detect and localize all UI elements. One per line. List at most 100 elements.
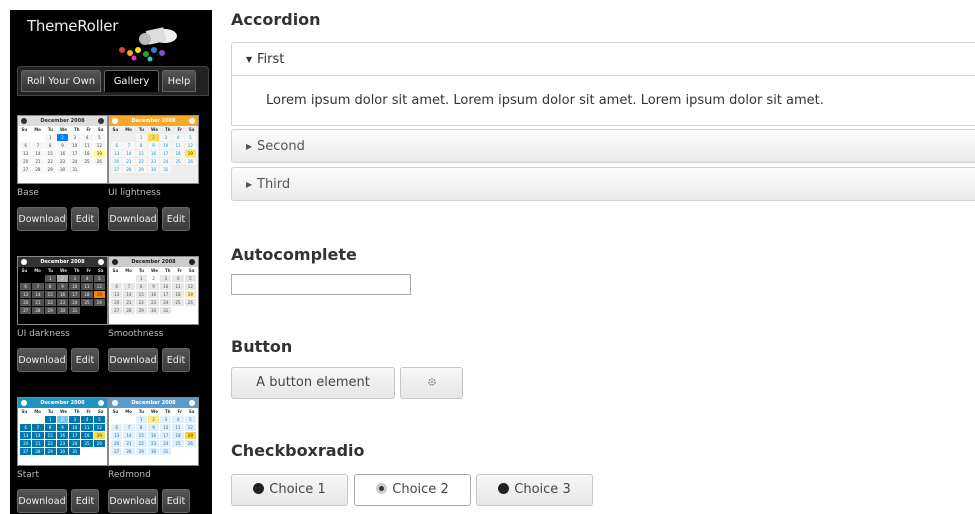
- calendar-day[interactable]: 28: [123, 166, 135, 173]
- calendar-day[interactable]: 27: [20, 448, 32, 455]
- calendar-day[interactable]: 26: [93, 440, 105, 447]
- calendar-day[interactable]: 13: [111, 291, 123, 298]
- calendar-day[interactable]: 25: [172, 440, 184, 447]
- calendar-day[interactable]: 23: [56, 158, 69, 165]
- calendar-day[interactable]: 5: [184, 275, 196, 282]
- calendar-day[interactable]: 19: [93, 150, 105, 157]
- calendar-day[interactable]: 2: [56, 134, 69, 141]
- calendar-day[interactable]: 1: [44, 134, 56, 141]
- calendar-day[interactable]: 2: [56, 416, 69, 423]
- calendar-day[interactable]: 12: [184, 283, 196, 290]
- calendar-day[interactable]: 10: [160, 142, 172, 149]
- calendar-day[interactable]: 8: [44, 142, 56, 149]
- calendar-day[interactable]: 21: [32, 299, 44, 306]
- calendar-day[interactable]: 20: [20, 440, 32, 447]
- calendar-day[interactable]: 14: [32, 432, 44, 439]
- calendar-day[interactable]: 28: [32, 448, 44, 455]
- theme-edit-button[interactable]: Edit: [71, 489, 99, 513]
- calendar-day[interactable]: 22: [44, 299, 56, 306]
- calendar-day[interactable]: 24: [69, 158, 81, 165]
- calendar-day[interactable]: 2: [56, 275, 69, 282]
- theme-download-button[interactable]: Download: [17, 348, 67, 372]
- theme-download-button[interactable]: Download: [108, 348, 158, 372]
- calendar-day[interactable]: 19: [93, 432, 105, 439]
- calendar-day[interactable]: 24: [160, 440, 172, 447]
- calendar-day[interactable]: 31: [160, 166, 172, 173]
- calendar-day[interactable]: 16: [56, 291, 69, 298]
- calendar-day[interactable]: 20: [111, 440, 123, 447]
- radio-choice-3[interactable]: Choice 3: [476, 474, 593, 506]
- calendar-day[interactable]: 19: [184, 291, 196, 298]
- calendar-day[interactable]: 13: [20, 432, 32, 439]
- calendar-day[interactable]: 4: [81, 134, 93, 141]
- calendar-day[interactable]: 12: [184, 142, 196, 149]
- theme-edit-button[interactable]: Edit: [71, 348, 99, 372]
- calendar-day[interactable]: 7: [32, 142, 44, 149]
- calendar-day[interactable]: 22: [135, 440, 147, 447]
- gear-button[interactable]: [400, 367, 463, 399]
- theme-preview-calendar[interactable]: December 2008 Su Mo Tu We Th Fr Sa 1 2 3 4 5 6 7 8 9 10 11…: [17, 397, 108, 466]
- calendar-day[interactable]: 3: [69, 416, 81, 423]
- calendar-day[interactable]: 21: [32, 440, 44, 447]
- calendar-day[interactable]: 30: [56, 307, 69, 314]
- calendar-day[interactable]: 21: [123, 158, 135, 165]
- accordion-header-third[interactable]: ▶ Third: [231, 167, 975, 201]
- calendar-day[interactable]: 22: [135, 158, 147, 165]
- calendar-day[interactable]: 30: [147, 448, 160, 455]
- tab-roll-your-own[interactable]: Roll Your Own: [21, 70, 101, 92]
- calendar-day[interactable]: 17: [160, 291, 172, 298]
- calendar-day[interactable]: 28: [123, 307, 135, 314]
- calendar-day[interactable]: 25: [172, 299, 184, 306]
- calendar-day[interactable]: 11: [81, 283, 93, 290]
- theme-edit-button[interactable]: Edit: [162, 489, 190, 513]
- calendar-day[interactable]: 6: [20, 424, 32, 431]
- calendar-day[interactable]: 5: [184, 416, 196, 423]
- calendar-day[interactable]: 6: [111, 142, 123, 149]
- calendar-day[interactable]: 10: [160, 424, 172, 431]
- calendar-day[interactable]: 9: [56, 424, 69, 431]
- calendar-day[interactable]: 25: [81, 299, 93, 306]
- calendar-day[interactable]: 21: [123, 440, 135, 447]
- calendar-day[interactable]: 29: [44, 307, 56, 314]
- calendar-day[interactable]: 9: [147, 424, 160, 431]
- calendar-day[interactable]: 19: [184, 432, 196, 439]
- calendar-day[interactable]: 30: [147, 307, 160, 314]
- calendar-day[interactable]: 6: [20, 142, 32, 149]
- calendar-day[interactable]: 7: [123, 424, 135, 431]
- theme-download-button[interactable]: Download: [108, 489, 158, 513]
- calendar-day[interactable]: 31: [69, 307, 81, 314]
- calendar-day[interactable]: 7: [32, 424, 44, 431]
- theme-download-button[interactable]: Download: [17, 489, 67, 513]
- theme-preview-calendar[interactable]: December 2008 Su Mo Tu We Th Fr Sa 1 2 3 4 5 6 7 8 9 10 11…: [17, 115, 108, 184]
- calendar-day[interactable]: 2: [147, 134, 160, 141]
- calendar-day[interactable]: 4: [172, 275, 184, 282]
- calendar-day[interactable]: 18: [172, 150, 184, 157]
- calendar-day[interactable]: 26: [93, 299, 105, 306]
- calendar-day[interactable]: 1: [135, 416, 147, 423]
- calendar-day[interactable]: 17: [160, 150, 172, 157]
- calendar-day[interactable]: 15: [135, 432, 147, 439]
- calendar-day[interactable]: 28: [32, 307, 44, 314]
- theme-edit-button[interactable]: Edit: [162, 348, 190, 372]
- calendar-day[interactable]: 6: [20, 283, 32, 290]
- calendar-day[interactable]: 8: [44, 283, 56, 290]
- calendar-day[interactable]: 9: [147, 283, 160, 290]
- calendar-day[interactable]: 30: [56, 448, 69, 455]
- calendar-day[interactable]: 27: [111, 307, 123, 314]
- calendar-day[interactable]: 9: [56, 142, 69, 149]
- calendar-day[interactable]: 29: [44, 448, 56, 455]
- calendar-day[interactable]: 18: [172, 291, 184, 298]
- calendar-day[interactable]: 29: [135, 307, 147, 314]
- theme-edit-button[interactable]: Edit: [162, 207, 190, 231]
- calendar-day[interactable]: 16: [147, 291, 160, 298]
- calendar-day[interactable]: 7: [32, 283, 44, 290]
- calendar-day[interactable]: 18: [172, 432, 184, 439]
- calendar-day[interactable]: 27: [111, 448, 123, 455]
- calendar-day[interactable]: 12: [93, 142, 105, 149]
- calendar-day[interactable]: 14: [123, 291, 135, 298]
- calendar-day[interactable]: 15: [44, 432, 56, 439]
- calendar-day[interactable]: 3: [160, 134, 172, 141]
- theme-preview-calendar[interactable]: December 2008 Su Mo Tu We Th Fr Sa 1 2 3 4 5 6 7 8 9 10 11…: [108, 115, 199, 184]
- calendar-day[interactable]: 8: [135, 424, 147, 431]
- calendar-day[interactable]: 1: [44, 275, 56, 282]
